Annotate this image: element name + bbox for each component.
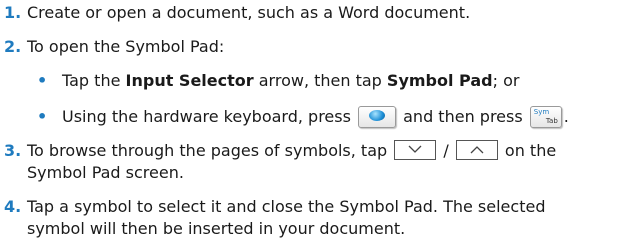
bullet-marker: • — [37, 107, 48, 126]
step-number-3: 3. — [4, 141, 22, 160]
step-2-bullet-2: Using the hardware keyboard, press and t… — [62, 106, 569, 128]
sym-key-bottom-label: Tab — [545, 117, 558, 125]
bullet-marker: • — [37, 71, 48, 90]
step-3-line-1: To browse through the pages of symbols, … — [27, 140, 556, 162]
step-number-4: 4. — [4, 197, 22, 216]
input-selector-label: Input Selector — [125, 71, 254, 90]
bullet-1-pre: Tap the — [62, 71, 126, 90]
symbol-pad-label: Symbol Pad — [386, 71, 493, 90]
windows-key-dot — [369, 110, 386, 121]
step-3-line-2: Symbol Pad screen. — [27, 163, 184, 182]
windows-key-icon — [358, 106, 397, 128]
step-3-sep: / — [438, 141, 454, 160]
step-2-text: To open the Symbol Pad: — [27, 37, 225, 56]
step-number-1: 1. — [4, 3, 22, 22]
bullet-2-mid: and then press — [398, 107, 528, 126]
step-4-line-1: Tap a symbol to select it and close the … — [27, 197, 546, 216]
bullet-2-pre: Using the hardware keyboard, press — [62, 107, 357, 126]
step-4-line-2: symbol will then be inserted in your doc… — [27, 219, 406, 238]
bullet-2-post: . — [563, 107, 569, 126]
page-down-button[interactable] — [394, 140, 437, 160]
page-up-button[interactable] — [455, 140, 498, 160]
step-2-bullet-1: Tap the Input Selector arrow, then tap S… — [62, 70, 519, 92]
step-3-post: on the — [499, 141, 557, 160]
sym-tab-key-icon: Sym Tab — [529, 106, 562, 128]
sym-key-top-label: Sym — [533, 108, 550, 116]
bullet-1-post: ; or — [492, 71, 520, 90]
chevron-down-icon — [408, 145, 422, 153]
step-3-pre: To browse through the pages of symbols, … — [27, 141, 393, 160]
chevron-up-icon — [470, 146, 484, 154]
bullet-1-mid: arrow, then tap — [253, 71, 387, 90]
step-1-text: Create or open a document, such as a Wor… — [27, 3, 471, 22]
step-number-2: 2. — [4, 37, 22, 56]
